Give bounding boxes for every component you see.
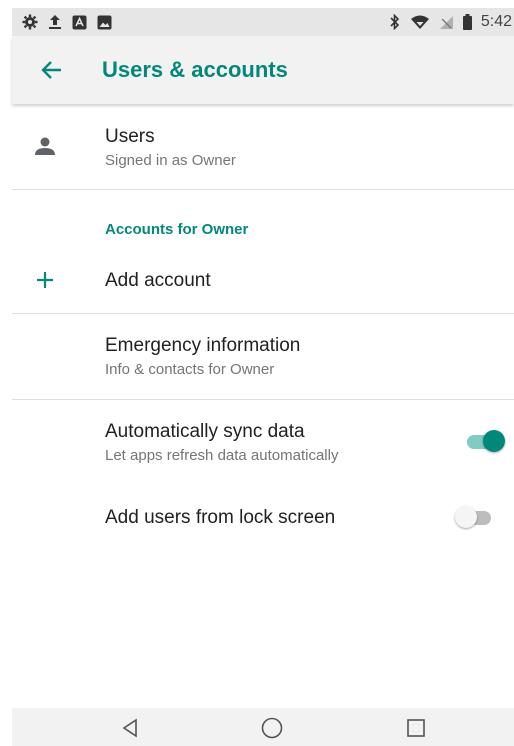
back-button[interactable] — [32, 51, 70, 89]
users-row[interactable]: Users Signed in as Owner — [12, 106, 514, 188]
plus-icon — [30, 270, 60, 290]
circle-home-icon — [261, 717, 283, 739]
nav-back-button[interactable] — [116, 714, 144, 742]
add-account-title: Add account — [105, 270, 211, 291]
emergency-title: Emergency information — [105, 335, 301, 356]
auto-sync-toggle[interactable] — [465, 430, 505, 452]
auto-sync-subtitle: Let apps refresh data automatically — [105, 447, 339, 464]
accounts-section-header: Accounts for Owner — [105, 221, 249, 238]
lock-screen-title: Add users from lock screen — [105, 507, 336, 528]
image-icon — [97, 15, 112, 30]
emergency-subtitle: Info & contacts for Owner — [105, 361, 275, 378]
wifi-icon — [410, 14, 430, 30]
battery-icon — [462, 14, 472, 30]
lock-screen-toggle[interactable] — [455, 506, 495, 528]
app-bar: Users & accounts — [12, 36, 514, 104]
nav-recents-button[interactable] — [402, 714, 430, 742]
triangle-back-icon — [122, 718, 137, 738]
lock-screen-row[interactable]: Add users from lock screen — [12, 486, 514, 548]
status-bar: 5:42 — [12, 8, 514, 36]
person-icon — [30, 136, 60, 156]
status-time: 5:42 — [480, 13, 512, 30]
divider — [12, 189, 514, 190]
nav-home-button[interactable] — [258, 714, 286, 742]
auto-sync-title: Automatically sync data — [105, 421, 305, 442]
users-subtitle: Signed in as Owner — [105, 152, 236, 169]
users-title: Users — [105, 126, 155, 147]
emergency-info-row[interactable]: Emergency information Info & contacts fo… — [12, 314, 514, 398]
no-signal-icon — [439, 15, 454, 30]
arrow-back-icon — [41, 61, 61, 79]
square-recents-icon — [407, 719, 425, 737]
page-title: Users & accounts — [102, 57, 288, 82]
add-account-row[interactable]: Add account — [12, 250, 514, 312]
gear-icon — [22, 14, 38, 30]
app-a-icon — [72, 15, 87, 30]
navigation-bar — [12, 708, 514, 746]
bluetooth-icon — [389, 14, 401, 30]
upload-icon — [48, 14, 62, 30]
auto-sync-row[interactable]: Automatically sync data Let apps refresh… — [12, 400, 514, 484]
